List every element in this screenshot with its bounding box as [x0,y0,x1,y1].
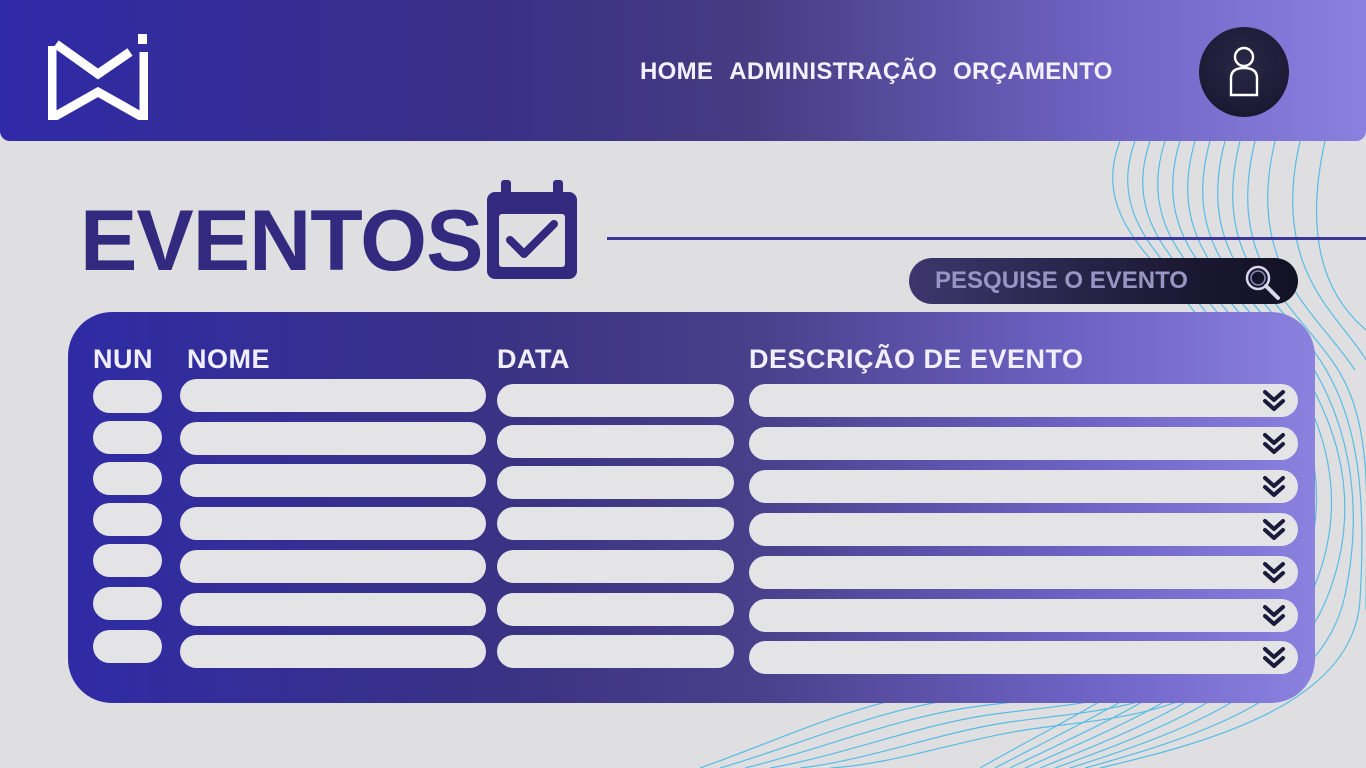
table-cell-descricao[interactable] [749,384,1298,417]
title-divider [607,237,1366,240]
calendar-check-icon [487,180,577,279]
table-cell-data[interactable] [497,593,734,626]
table-cell-nome[interactable] [180,422,486,455]
logo-icon[interactable] [48,34,148,120]
nav-home[interactable]: HOME [640,58,713,86]
table-cell-data[interactable] [497,384,734,417]
table-cell-descricao[interactable] [749,427,1298,460]
table-cell-nome[interactable] [180,635,486,668]
table-cell-descricao[interactable] [749,513,1298,546]
table-cell-descricao[interactable] [749,599,1298,632]
table-cell-num[interactable] [93,380,162,413]
column-header-data: DATA [497,344,570,374]
table-cell-data[interactable] [497,550,734,583]
double-chevron-down-icon[interactable] [1262,604,1286,628]
main-nav: HOME ADMINISTRAÇÃO ORÇAMENTO [640,58,1113,86]
events-table: NUN NOME DATA DESCRIÇÃO DE EVENTO [68,312,1315,703]
table-cell-nome[interactable] [180,507,486,540]
nav-orcamento[interactable]: ORÇAMENTO [953,58,1113,86]
double-chevron-down-icon[interactable] [1262,561,1286,585]
column-header-nome: NOME [187,344,270,374]
table-cell-num[interactable] [93,544,162,577]
table-cell-num[interactable] [93,503,162,536]
top-header: HOME ADMINISTRAÇÃO ORÇAMENTO [0,0,1366,141]
table-cell-num[interactable] [93,587,162,620]
table-cell-data[interactable] [497,425,734,458]
column-header-num: NUN [93,344,153,374]
table-cell-nome[interactable] [180,464,486,497]
double-chevron-down-icon[interactable] [1262,518,1286,542]
table-cell-num[interactable] [93,462,162,495]
search-icon[interactable] [1242,262,1282,302]
table-cell-data[interactable] [497,635,734,668]
table-cell-nome[interactable] [180,593,486,626]
nav-administracao[interactable]: ADMINISTRAÇÃO [729,58,937,86]
table-cell-num[interactable] [93,630,162,663]
search-input[interactable] [933,266,1227,296]
table-cell-nome[interactable] [180,550,486,583]
table-cell-nome[interactable] [180,379,486,412]
user-icon [1229,46,1259,97]
table-cell-num[interactable] [93,421,162,454]
double-chevron-down-icon[interactable] [1262,475,1286,499]
double-chevron-down-icon[interactable] [1262,646,1286,670]
double-chevron-down-icon[interactable] [1262,389,1286,413]
table-cell-data[interactable] [497,466,734,499]
table-cell-descricao[interactable] [749,556,1298,589]
table-cell-data[interactable] [497,507,734,540]
table-cell-descricao[interactable] [749,641,1298,674]
search-bar [909,258,1298,304]
column-header-descricao: DESCRIÇÃO DE EVENTO [749,344,1084,374]
double-chevron-down-icon[interactable] [1262,432,1286,456]
user-avatar-button[interactable] [1199,27,1289,117]
page-title: EVENTOS [80,193,483,289]
table-cell-descricao[interactable] [749,470,1298,503]
